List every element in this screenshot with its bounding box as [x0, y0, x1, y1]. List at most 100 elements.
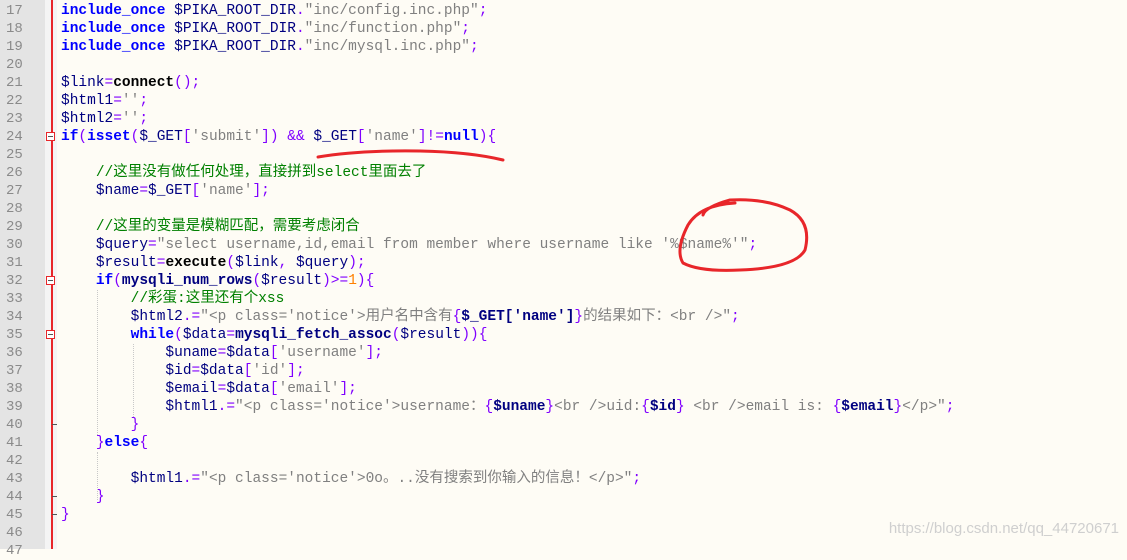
code-token: if — [61, 129, 79, 145]
code-editor[interactable]: 17 include_once $PIKA_ROOT_DIR."inc/confi… — [0, 2, 1127, 560]
line-number: 29 — [6, 219, 23, 235]
code-text: $result=execute($link, $query); — [61, 254, 366, 272]
line-number: 31 — [6, 255, 23, 271]
code-line[interactable]: 29 //这里的变量是模糊匹配，需要考虑闭合 — [0, 218, 1127, 236]
code-line[interactable]: 18 include_once $PIKA_ROOT_DIR."inc/funct… — [0, 20, 1127, 38]
fold-toggle-minus-icon[interactable] — [46, 276, 55, 285]
code-token: ; — [139, 111, 149, 127]
code-token: ( — [252, 273, 262, 289]
code-token: { — [484, 399, 494, 415]
code-line[interactable]: 21 $link=connect(); — [0, 74, 1127, 92]
code-token: = — [113, 111, 122, 127]
code-token: { — [832, 399, 842, 415]
line-number: 39 — [6, 399, 23, 415]
code-token: ( — [78, 129, 88, 145]
fold-toggle-minus-icon[interactable] — [46, 330, 55, 339]
code-token: 'id' — [252, 363, 288, 379]
code-token: ; — [469, 39, 479, 55]
code-token: $PIKA_ROOT_DIR — [174, 21, 296, 37]
code-token: $name — [95, 183, 140, 199]
code-token: ){ — [356, 273, 375, 289]
code-text: $html1.="<p class='notice'>0o。..没有搜索到你输入… — [61, 470, 641, 488]
code-line[interactable]: 44 } — [0, 488, 1127, 506]
code-line[interactable]: 34 $html2.="<p class='notice'>用户名中含有{$_G… — [0, 308, 1127, 326]
line-number: 45 — [6, 507, 23, 523]
code-token: ( — [113, 273, 122, 289]
code-line[interactable]: 41 }else{ — [0, 434, 1127, 452]
code-line[interactable]: 27 $name=$_GET['name']; — [0, 182, 1127, 200]
code-line[interactable]: 19 include_once $PIKA_ROOT_DIR."inc/mysql… — [0, 38, 1127, 56]
code-token: ; — [139, 93, 149, 109]
code-line[interactable]: 32 if(mysqli_num_rows($result)>=1){ — [0, 272, 1127, 290]
code-line[interactable]: 40 } — [0, 416, 1127, 434]
code-token: $_GET — [148, 183, 192, 199]
code-line[interactable]: 42 — [0, 452, 1127, 470]
code-token: include_once — [61, 21, 166, 37]
line-number: 40 — [6, 417, 23, 433]
code-line[interactable]: 26 //这里没有做任何处理，直接拼到select里面去了 — [0, 164, 1127, 182]
code-line[interactable]: 33 //彩蛋:这里还有个xss — [0, 290, 1127, 308]
code-line[interactable]: 43 $html1.="<p class='notice'>0o。..没有搜索到… — [0, 470, 1127, 488]
fold-end-marker — [52, 496, 57, 497]
code-line[interactable]: 23 $html2=''; — [0, 110, 1127, 128]
code-token: ; — [632, 471, 642, 487]
code-token: { — [478, 327, 488, 343]
code-token: { — [641, 399, 650, 415]
code-token: </p>" — [902, 399, 946, 415]
line-number: 24 — [6, 129, 23, 145]
code-token: 1 — [348, 273, 357, 289]
code-text: $uname=$data['username']; — [61, 344, 383, 362]
code-line[interactable]: 17 include_once $PIKA_ROOT_DIR."inc/confi… — [0, 2, 1127, 20]
fold-toggle-minus-icon[interactable] — [46, 132, 55, 141]
code-token: [ — [269, 381, 279, 397]
code-line[interactable]: 28 — [0, 200, 1127, 218]
line-number: 26 — [6, 165, 23, 181]
code-line[interactable]: 24 if(isset($_GET['submit']) && $_GET['na… — [0, 128, 1127, 146]
code-line[interactable]: 31 $result=execute($link, $query); — [0, 254, 1127, 272]
code-token: = — [191, 363, 201, 379]
code-line[interactable]: 22 $html1=''; — [0, 92, 1127, 110]
line-number: 33 — [6, 291, 23, 307]
code-token: , — [278, 255, 288, 271]
code-line[interactable]: 47 — [0, 542, 1127, 560]
code-text: $html2.="<p class='notice'>用户名中含有{$_GET[… — [61, 308, 740, 326]
code-token: "<p class='notice'>username： — [235, 399, 485, 415]
code-line[interactable]: 25 — [0, 146, 1127, 164]
code-token: && — [287, 129, 305, 145]
code-token: $data — [182, 327, 227, 343]
code-token: $data — [226, 345, 270, 361]
indent-guide — [97, 452, 98, 500]
code-token: $result — [261, 273, 323, 289]
code-text: } — [61, 506, 70, 524]
code-token: )>= — [322, 273, 349, 289]
code-token: ; — [478, 3, 488, 19]
code-token: "inc/function.php" — [304, 21, 462, 37]
code-line[interactable]: 30 $query="select username,id,email from… — [0, 236, 1127, 254]
code-token: = — [139, 183, 149, 199]
line-number: 35 — [6, 327, 23, 343]
code-line[interactable]: 35 while($data=mysqli_fetch_assoc($resul… — [0, 326, 1127, 344]
code-line[interactable]: 20 — [0, 56, 1127, 74]
code-token: //彩蛋:这里还有个xss — [130, 291, 285, 307]
code-line[interactable]: 37 $id=$data['id']; — [0, 362, 1127, 380]
code-token: $_GET['name'] — [461, 309, 575, 325]
code-text: //这里没有做任何处理，直接拼到select里面去了 — [61, 164, 427, 182]
code-token: mysqli_num_rows — [121, 273, 253, 289]
code-token: <br />email is: — [684, 399, 833, 415]
line-number: 47 — [6, 543, 23, 559]
code-token: [ — [191, 183, 201, 199]
code-line[interactable]: 36 $uname=$data['username']; — [0, 344, 1127, 362]
code-token: $html1 — [130, 471, 183, 487]
code-token: = — [113, 93, 122, 109]
code-token: (); — [174, 75, 201, 91]
line-number: 42 — [6, 453, 23, 469]
code-line[interactable]: 38 $email=$data['email']; — [0, 380, 1127, 398]
code-line[interactable]: 39 $html1.="<p class='notice'>username：{… — [0, 398, 1127, 416]
code-token: $query — [295, 255, 349, 271]
